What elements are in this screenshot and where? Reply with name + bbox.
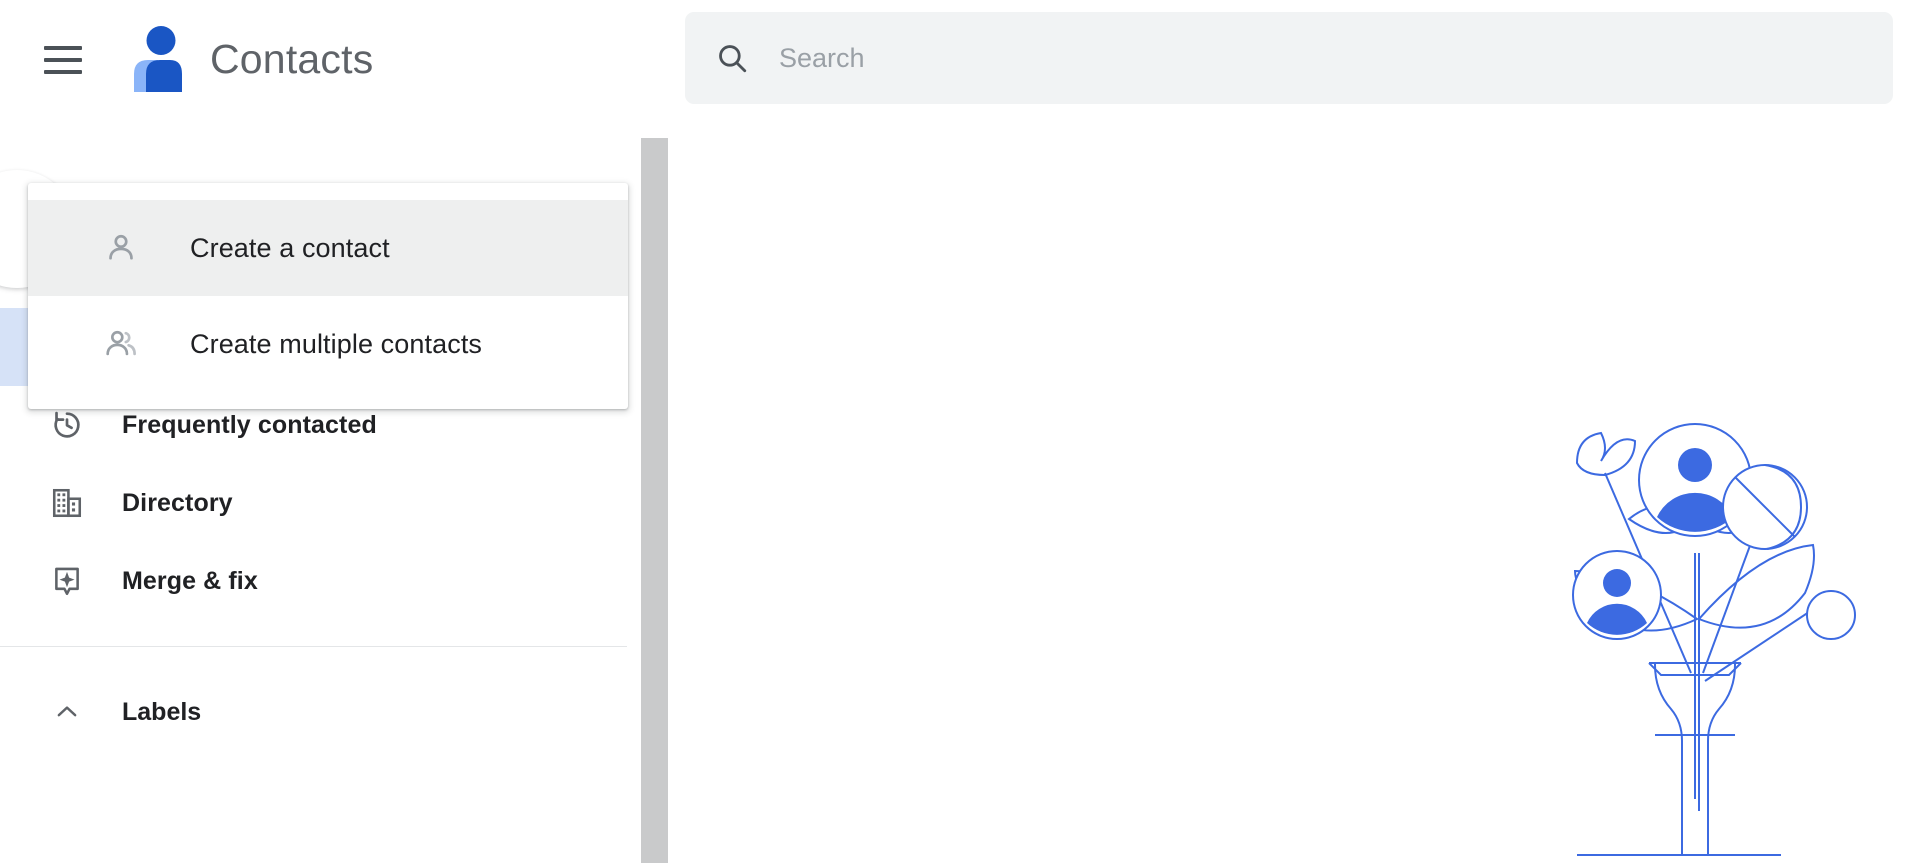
sidebar-item-label-merge-and-fix: Merge & fix: [122, 566, 258, 595]
sidebar-labels-section-header[interactable]: Labels: [0, 673, 628, 751]
sidebar-labels-label: Labels: [122, 697, 202, 726]
flowers-in-vase-illustration: [1569, 423, 1869, 863]
people-icon: [100, 327, 142, 361]
hamburger-menu-icon-bar2: [44, 58, 82, 62]
contacts-person-logo-icon: [128, 26, 188, 92]
sidebar-item-label-frequently-contacted: Frequently contacted: [122, 410, 377, 439]
main-content-area: [668, 120, 1919, 863]
menu-item-label-create-multiple-contacts: Create multiple contacts: [190, 328, 483, 359]
app-brand[interactable]: Contacts: [128, 18, 373, 100]
menu-item-create-multiple-contacts[interactable]: Create multiple contacts: [28, 296, 628, 392]
chevron-up-icon: [40, 697, 94, 727]
labels-spacer: [0, 647, 628, 673]
sidebar-item-merge-and-fix[interactable]: Merge & fix: [0, 542, 628, 620]
hamburger-menu-icon: [44, 46, 82, 50]
menu-item-label-create-a-contact: Create a contact: [190, 232, 390, 263]
person-add-icon: [100, 231, 142, 265]
building-icon: [40, 486, 94, 520]
top-bar: Contacts: [0, 0, 1919, 120]
hamburger-menu-icon-bar3: [44, 70, 82, 74]
page-title: Contacts: [210, 35, 374, 82]
search-bar[interactable]: [685, 12, 1893, 104]
menu-item-create-a-contact[interactable]: Create a contact: [28, 200, 628, 296]
merge-fix-sparkle-icon: [40, 564, 94, 598]
sidebar-scrollbar-thumb[interactable]: [641, 138, 668, 863]
search-input[interactable]: [779, 38, 1893, 78]
create-contact-dropdown-menu: Create a contact Create multiple contact…: [28, 183, 628, 409]
history-icon: [40, 408, 94, 442]
sidebar-item-directory[interactable]: Directory: [0, 464, 628, 542]
search-icon: [685, 41, 779, 75]
main-menu-button[interactable]: [30, 30, 96, 90]
contacts-app-window: Contacts Conta: [0, 0, 1919, 863]
sidebar-item-label-directory: Directory: [122, 488, 233, 517]
